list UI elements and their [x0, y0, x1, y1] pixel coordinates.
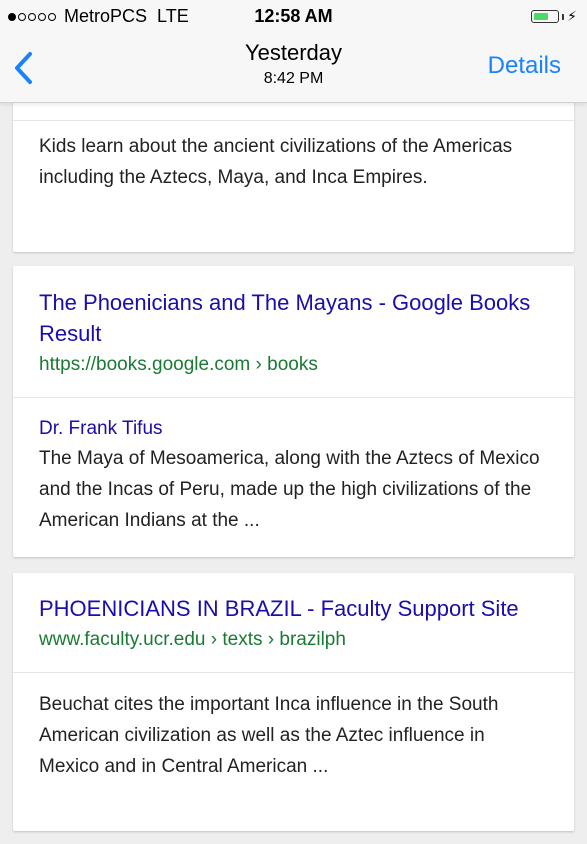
result-title-link[interactable]: PHOENICIANS IN BRAZIL - Faculty Support …	[39, 593, 548, 624]
status-time: 12:58 AM	[254, 6, 333, 26]
charging-bolt-icon: ⚡	[567, 8, 577, 24]
result-header-section[interactable]: The Phoenicians and The Mayans - Google …	[13, 266, 574, 397]
result-snippet-section: Kids learn about the ancient civilizatio…	[13, 121, 574, 193]
battery-icon	[531, 10, 560, 23]
result-snippet: Beuchat cites the important Inca influen…	[39, 694, 499, 777]
search-result-card: Kids learn about the ancient civilizatio…	[13, 90, 574, 252]
status-right: ⚡	[531, 8, 577, 25]
search-result-card[interactable]: The Phoenicians and The Mayans - Google …	[13, 266, 574, 557]
details-button[interactable]: Details	[488, 52, 561, 80]
result-snippet-section: Beuchat cites the important Inca influen…	[13, 673, 574, 782]
result-snippet-section: Dr. Frank Tifus The Maya of Mesoamerica,…	[13, 398, 574, 536]
result-snippet: Kids learn about the ancient civilizatio…	[39, 136, 513, 188]
search-result-card[interactable]: PHOENICIANS IN BRAZIL - Faculty Support …	[13, 573, 574, 831]
result-title-link[interactable]: The Phoenicians and The Mayans - Google …	[39, 287, 548, 349]
result-url: www.faculty.ucr.edu › texts › brazilph	[39, 629, 346, 650]
result-url: https://books.google.com › books	[39, 354, 318, 375]
result-author[interactable]: Dr. Frank Tifus	[39, 415, 548, 443]
nav-bar: Yesterday 8:42 PM Details	[0, 34, 587, 103]
status-bar: MetroPCS LTE 12:58 AM ⚡	[0, 0, 587, 34]
result-snippet: The Maya of Mesoamerica, along with the …	[39, 448, 540, 531]
result-header-section[interactable]: PHOENICIANS IN BRAZIL - Faculty Support …	[13, 573, 574, 672]
